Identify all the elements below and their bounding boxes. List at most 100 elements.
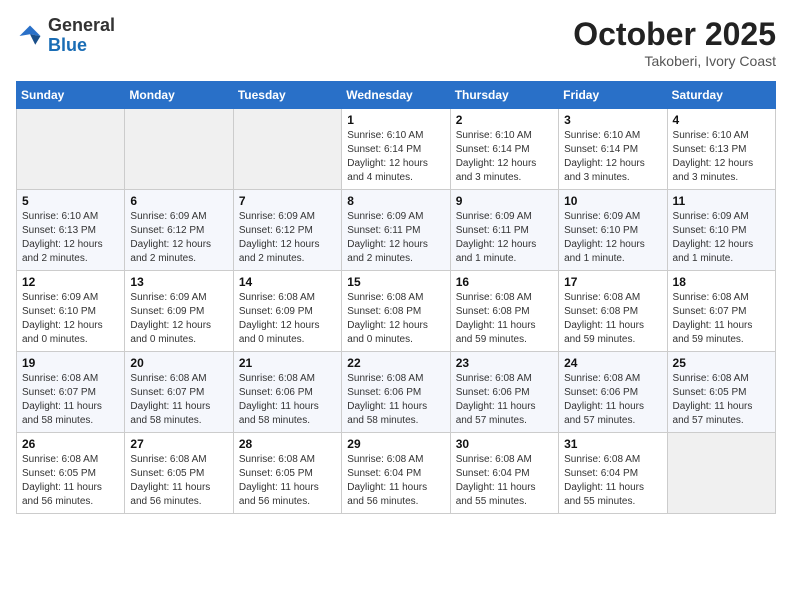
logo-general: General [48,15,115,35]
day-info: Sunrise: 6:09 AM Sunset: 6:09 PM Dayligh… [130,291,227,347]
day-info: Sunrise: 6:08 AM Sunset: 6:07 PM Dayligh… [673,291,770,347]
weekday-header-thursday: Thursday [450,82,558,109]
day-number: 30 [456,437,553,451]
calendar-cell: 9 Sunrise: 6:09 AM Sunset: 6:11 PM Daylig… [450,190,558,271]
page-header: General Blue October 2025 Takoberi, Ivor… [16,16,776,69]
month-title: October 2025 [573,16,776,53]
day-info: Sunrise: 6:08 AM Sunset: 6:05 PM Dayligh… [673,372,770,428]
day-info: Sunrise: 6:09 AM Sunset: 6:10 PM Dayligh… [564,210,661,266]
calendar-cell: 2Sunrise: 6:10 AM Sunset: 6:14 PM Daylig… [450,109,558,190]
day-number: 21 [239,356,336,370]
day-number: 1 [347,113,444,127]
calendar-cell: 31 Sunrise: 6:08 AM Sunset: 6:04 PM Dayli… [559,433,667,514]
calendar-cell: 15 Sunrise: 6:08 AM Sunset: 6:08 PM Dayli… [342,271,450,352]
calendar-cell: 16Sunrise: 6:08 AM Sunset: 6:08 PM Dayli… [450,271,558,352]
calendar-cell: 8 Sunrise: 6:09 AM Sunset: 6:11 PM Daylig… [342,190,450,271]
calendar-cell: 20 Sunrise: 6:08 AM Sunset: 6:07 PM Dayli… [125,352,233,433]
calendar-cell: 22Sunrise: 6:08 AM Sunset: 6:06 PM Dayli… [342,352,450,433]
day-number: 3 [564,113,661,127]
day-info: Sunrise: 6:08 AM Sunset: 6:08 PM Dayligh… [347,291,444,347]
calendar-cell [667,433,775,514]
day-number: 28 [239,437,336,451]
day-number: 13 [130,275,227,289]
day-number: 25 [673,356,770,370]
calendar-cell: 13 Sunrise: 6:09 AM Sunset: 6:09 PM Dayli… [125,271,233,352]
day-number: 19 [22,356,119,370]
calendar-cell: 26Sunrise: 6:08 AM Sunset: 6:05 PM Dayli… [17,433,125,514]
weekday-header-monday: Monday [125,82,233,109]
logo-icon [16,22,44,50]
day-info: Sunrise: 6:08 AM Sunset: 6:08 PM Dayligh… [564,291,661,347]
weekday-header-tuesday: Tuesday [233,82,341,109]
calendar-week-5: 26 Sunrise: 6:08 AM Sunset: 6:05 PM Dayli… [17,433,776,514]
day-number: 8 [347,194,444,208]
calendar-cell: 7 Sunrise: 6:09 AM Sunset: 6:12 PM Daylig… [233,190,341,271]
day-number: 20 [130,356,227,370]
day-info: Sunrise: 6:10 AM Sunset: 6:13 PM Dayligh… [22,210,119,266]
calendar-cell: 11 Sunrise: 6:09 AM Sunset: 6:10 PM Dayli… [667,190,775,271]
day-info: Sunrise: 6:08 AM Sunset: 6:07 PM Dayligh… [22,372,119,428]
calendar-cell: 18Sunrise: 6:08 AM Sunset: 6:07 PM Dayli… [667,271,775,352]
day-info: Sunrise: 6:10 AM Sunset: 6:14 PM Dayligh… [347,129,444,185]
calendar-cell: 10Sunrise: 6:09 AM Sunset: 6:10 PM Dayli… [559,190,667,271]
calendar-cell: 19 Sunrise: 6:08 AM Sunset: 6:07 PM Dayli… [17,352,125,433]
day-number: 5 [22,194,119,208]
calendar-cell: 27 Sunrise: 6:08 AM Sunset: 6:05 PM Dayli… [125,433,233,514]
day-number: 22 [347,356,444,370]
day-info: Sunrise: 6:08 AM Sunset: 6:06 PM Dayligh… [456,372,553,428]
day-info: Sunrise: 6:08 AM Sunset: 6:04 PM Dayligh… [347,453,444,509]
day-number: 24 [564,356,661,370]
day-info: Sunrise: 6:08 AM Sunset: 6:06 PM Dayligh… [564,372,661,428]
calendar-cell: 6 Sunrise: 6:09 AM Sunset: 6:12 PM Daylig… [125,190,233,271]
day-info: Sunrise: 6:09 AM Sunset: 6:11 PM Dayligh… [347,210,444,266]
day-info: Sunrise: 6:09 AM Sunset: 6:12 PM Dayligh… [239,210,336,266]
calendar-cell: 25 Sunrise: 6:08 AM Sunset: 6:05 PM Dayli… [667,352,775,433]
calendar-cell: 3Sunrise: 6:10 AM Sunset: 6:14 PM Daylig… [559,109,667,190]
day-number: 11 [673,194,770,208]
logo: General Blue [16,16,115,56]
calendar-week-2: 5 Sunrise: 6:10 AM Sunset: 6:13 PM Daylig… [17,190,776,271]
day-number: 26 [22,437,119,451]
day-info: Sunrise: 6:09 AM Sunset: 6:11 PM Dayligh… [456,210,553,266]
day-number: 4 [673,113,770,127]
calendar-cell: 28Sunrise: 6:08 AM Sunset: 6:05 PM Dayli… [233,433,341,514]
calendar-cell: 5 Sunrise: 6:10 AM Sunset: 6:13 PM Daylig… [17,190,125,271]
day-number: 9 [456,194,553,208]
day-number: 23 [456,356,553,370]
day-info: Sunrise: 6:08 AM Sunset: 6:04 PM Dayligh… [456,453,553,509]
calendar-cell [233,109,341,190]
day-info: Sunrise: 6:10 AM Sunset: 6:13 PM Dayligh… [673,129,770,185]
day-info: Sunrise: 6:08 AM Sunset: 6:06 PM Dayligh… [239,372,336,428]
calendar-cell: 21 Sunrise: 6:08 AM Sunset: 6:06 PM Dayli… [233,352,341,433]
title-block: October 2025 Takoberi, Ivory Coast [573,16,776,69]
day-info: Sunrise: 6:09 AM Sunset: 6:12 PM Dayligh… [130,210,227,266]
calendar-cell: 23 Sunrise: 6:08 AM Sunset: 6:06 PM Dayli… [450,352,558,433]
calendar-cell [125,109,233,190]
calendar-cell: 4 Sunrise: 6:10 AM Sunset: 6:13 PM Daylig… [667,109,775,190]
location: Takoberi, Ivory Coast [573,53,776,69]
day-info: Sunrise: 6:09 AM Sunset: 6:10 PM Dayligh… [22,291,119,347]
day-info: Sunrise: 6:09 AM Sunset: 6:10 PM Dayligh… [673,210,770,266]
calendar-week-4: 19 Sunrise: 6:08 AM Sunset: 6:07 PM Dayli… [17,352,776,433]
weekday-header-wednesday: Wednesday [342,82,450,109]
weekday-header-friday: Friday [559,82,667,109]
day-number: 16 [456,275,553,289]
calendar-week-3: 12 Sunrise: 6:09 AM Sunset: 6:10 PM Dayli… [17,271,776,352]
day-info: Sunrise: 6:08 AM Sunset: 6:04 PM Dayligh… [564,453,661,509]
calendar-week-1: 1 Sunrise: 6:10 AM Sunset: 6:14 PM Daylig… [17,109,776,190]
day-number: 29 [347,437,444,451]
day-info: Sunrise: 6:08 AM Sunset: 6:07 PM Dayligh… [130,372,227,428]
day-number: 12 [22,275,119,289]
day-number: 6 [130,194,227,208]
logo-blue: Blue [48,35,87,55]
calendar-cell: 30 Sunrise: 6:08 AM Sunset: 6:04 PM Dayli… [450,433,558,514]
day-number: 15 [347,275,444,289]
day-number: 7 [239,194,336,208]
weekday-header-row: SundayMondayTuesdayWednesdayThursdayFrid… [17,82,776,109]
calendar: SundayMondayTuesdayWednesdayThursdayFrid… [16,81,776,514]
day-number: 31 [564,437,661,451]
day-info: Sunrise: 6:08 AM Sunset: 6:05 PM Dayligh… [130,453,227,509]
day-number: 27 [130,437,227,451]
calendar-cell: 24 Sunrise: 6:08 AM Sunset: 6:06 PM Dayli… [559,352,667,433]
day-number: 2 [456,113,553,127]
